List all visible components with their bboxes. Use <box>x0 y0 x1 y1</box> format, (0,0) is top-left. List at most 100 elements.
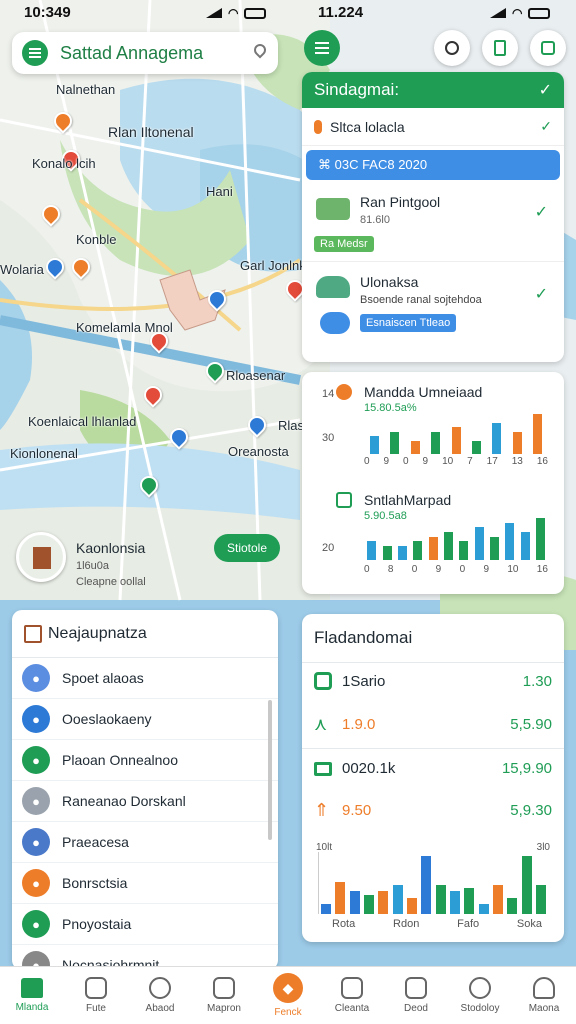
nav-item-calendar[interactable]: Cleanta <box>320 967 384 1024</box>
list-item[interactable]: ● Ooeslaokaeny <box>12 699 278 740</box>
stat-label: 1Sario <box>342 672 386 690</box>
chart-bar <box>431 431 441 454</box>
scrollbar[interactable] <box>268 700 272 840</box>
stat-label: 0020.1k <box>342 760 396 777</box>
chart-bar <box>390 431 400 454</box>
x-ticks: 0 9 0 9 10 7 17 13 16 <box>364 456 548 470</box>
chart-bar <box>428 536 438 560</box>
smile-icon <box>149 977 171 999</box>
chart-bar <box>435 885 446 914</box>
list-item-label: Spoet alaoas <box>62 670 144 686</box>
chart-bar <box>533 414 543 454</box>
list-title: Neajaupnatza <box>48 624 147 642</box>
chart-bar <box>369 436 379 454</box>
nav-label: Mapron <box>207 1003 241 1014</box>
nav-item-center[interactable]: ◆ Fenck <box>256 967 320 1024</box>
mini-charts-panel: Mandda Umneiaad 15.80.5a% 14 30 0 9 0 9 10 7 1… <box>302 372 564 594</box>
chart-bar <box>451 427 461 454</box>
bag-icon <box>541 41 555 55</box>
chart-bar <box>407 897 418 914</box>
map-label: Konalo lcih <box>32 156 96 171</box>
map-label: Komelamla Mnol <box>76 320 173 335</box>
profile-button[interactable] <box>434 30 470 66</box>
list-header-icon <box>24 624 42 643</box>
stat-label: 9.50 <box>342 802 372 819</box>
filter-row[interactable]: Sltca lolacla ✓ <box>302 108 564 146</box>
chart-bar <box>421 856 432 914</box>
x-label: Rota <box>332 918 356 930</box>
chart-bar <box>535 518 545 560</box>
menu-icon[interactable] <box>22 40 48 66</box>
x-tick-label: 8 <box>387 564 394 575</box>
map-label: Kionlonenal <box>10 446 78 461</box>
stat-value: 15,9.90 <box>501 760 552 777</box>
status-bar-left: 10:349 ◠ <box>0 0 288 26</box>
place-name: Kaonlonsia <box>76 540 146 556</box>
ticket-icon <box>314 761 332 776</box>
list-item-label: Ooeslaokaeny <box>62 711 152 727</box>
stat-row[interactable]: 1Sario 1.30 <box>314 672 552 690</box>
chart-bar <box>349 891 360 914</box>
search-title: Sattad Annagema <box>60 42 204 63</box>
x-tick-label: 9 <box>483 564 490 575</box>
chart-bar <box>410 440 420 454</box>
mini-chart: SntlahMarpad 5.90.5a8 20 0 8 0 9 0 9 10 16 <box>302 482 564 592</box>
list-item[interactable]: ● Plaoan Onnealnoo <box>12 740 278 781</box>
nav-item-about[interactable]: Abaod <box>128 967 192 1024</box>
status-bar-right: 11.224 ◠ <box>288 0 576 26</box>
feed-icon <box>85 977 107 999</box>
bar-area <box>364 410 548 454</box>
chart-bar <box>478 904 489 914</box>
chart-bar <box>335 881 346 914</box>
list-item[interactable]: ● Bonrsctsia <box>12 863 278 904</box>
location-pin-icon[interactable] <box>251 41 269 59</box>
stat-row[interactable]: ⋏ 1.9.0 5,5.90 <box>314 714 552 735</box>
date-pill[interactable]: ⌘ 03C FAC8 2020 <box>306 150 560 180</box>
y-axis-bottom: 30 <box>322 432 335 444</box>
nav-item-home[interactable]: Mlanda <box>0 967 64 1024</box>
place-card[interactable]: Kaonlonsia 1l6u0a Cleapne oollal Stiotol… <box>14 530 284 594</box>
nav-label: Stodoloy <box>460 1003 500 1014</box>
bag-button[interactable] <box>530 30 566 66</box>
list-item[interactable]: ● Pnoyostaia <box>12 904 278 945</box>
nav-item-docs[interactable]: Deod <box>384 967 448 1024</box>
dropdown-item[interactable]: Ulonaksa Bsoende ranal sojtehdoa Esnaisc… <box>302 262 564 342</box>
list-item-label: Praeacesa <box>62 834 129 850</box>
stat-row[interactable]: 0020.1k 15,9.90 <box>314 760 552 777</box>
park-icon <box>316 276 350 298</box>
x-tick-label: 9 <box>383 456 390 467</box>
menu-button[interactable] <box>304 30 340 66</box>
nav-item-history[interactable]: Stodoloy <box>448 967 512 1024</box>
dropdown-item[interactable]: Ran Pintgool 81.6l0 Ra Medsr ✓ <box>302 184 564 262</box>
wifi-icon: ◠ <box>228 6 239 20</box>
category-icon: ● <box>22 746 50 774</box>
filter-label: Sltca lolacla <box>330 118 405 135</box>
nav-label: Fenck <box>274 1007 302 1018</box>
home-icon <box>21 978 43 998</box>
chart-bar <box>489 536 499 560</box>
star-icon: ◆ <box>273 973 303 1003</box>
nav-item-map[interactable]: Mapron <box>192 967 256 1024</box>
search-bar[interactable]: Sattad Annagema <box>12 32 278 74</box>
list-item[interactable]: ● Praeacesa <box>12 822 278 863</box>
dropdown-header[interactable]: Sindagmai: ✓ <box>302 72 564 108</box>
list-item[interactable]: ● Raneanao Dorskanl <box>12 781 278 822</box>
map-label: Rlas <box>278 418 305 433</box>
list-item[interactable]: ● Spoet alaoas <box>12 658 278 699</box>
stat-row[interactable]: ⇑ 9.50 5,9.30 <box>314 800 552 821</box>
list-header: Neajaupnatza <box>12 610 278 658</box>
notes-button[interactable] <box>482 30 518 66</box>
bottom-nav: Mlanda Fute Abaod Mapron ◆ Fenck Cleanta… <box>0 966 576 1024</box>
place-action-button[interactable]: Stiotole <box>214 534 280 562</box>
nav-item-feed[interactable]: Fute <box>64 967 128 1024</box>
chart-bar <box>520 532 530 560</box>
direction-icon[interactable] <box>320 312 350 334</box>
list-icon <box>213 977 235 999</box>
list-item-label: Pnoyostaia <box>62 916 132 932</box>
x-tick-label: 13 <box>511 456 523 467</box>
hexagon-icon <box>314 672 332 690</box>
stat-value: 5,9.30 <box>510 802 552 819</box>
item-sub: Bsoende ranal sojtehdoa <box>360 294 482 306</box>
nav-item-profile[interactable]: Maona <box>512 967 576 1024</box>
map-label: Garl Jonlnk <box>240 258 306 273</box>
